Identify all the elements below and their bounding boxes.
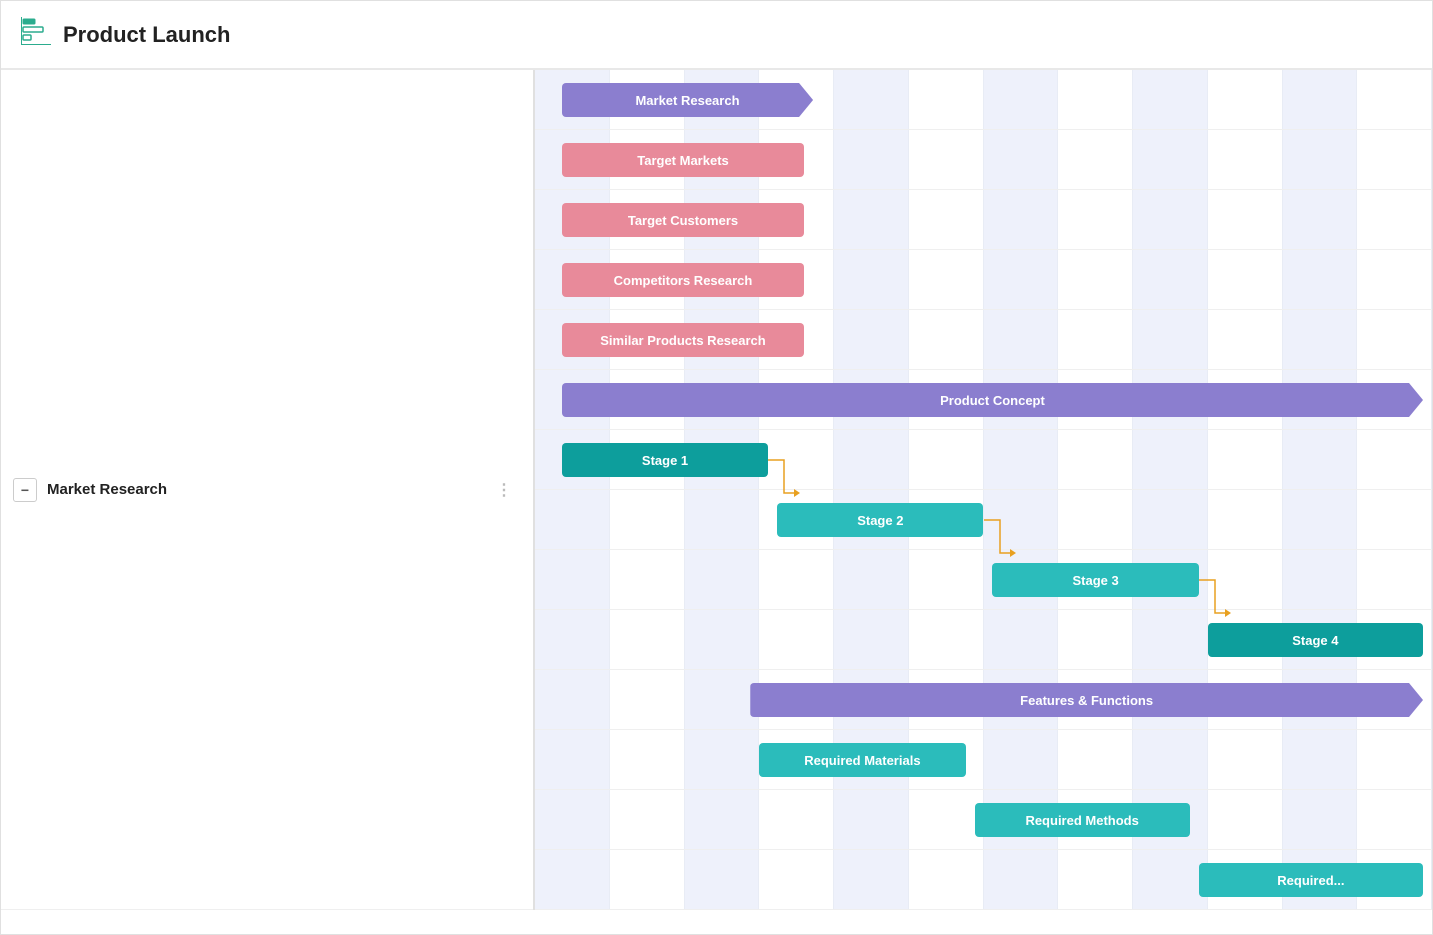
bar-target-customers[interactable]: Target Customers <box>562 203 804 237</box>
bar-stage1[interactable]: Stage 1 <box>562 443 768 477</box>
drag-market-research[interactable]: ⋮ <box>488 480 521 500</box>
app-container: Product Launch − Market Research ⋮ Targe… <box>0 0 1433 935</box>
chart-row-target-customers: Target Customers <box>535 190 1432 250</box>
bar-competitors-research[interactable]: Competitors Research <box>562 263 804 297</box>
bar-stage4[interactable]: Stage 4 <box>1208 623 1423 657</box>
chart-area: Market Research Target Markets <box>535 70 1432 910</box>
bar-required-knowhow[interactable]: Required... <box>1199 863 1423 897</box>
bar-product-concept[interactable]: Product Concept <box>562 383 1423 417</box>
chart-row-required-knowhow: Required... <box>535 850 1432 910</box>
gantt-body: − Market Research ⋮ Target Markets ⋮ Tar… <box>1 70 1432 910</box>
chart-row-required-materials: Required Materials <box>535 730 1432 790</box>
chart-row-market-research: Market Research <box>535 70 1432 130</box>
header: Product Launch <box>1 1 1432 70</box>
chart-row-stage2: Stage 2 <box>535 490 1432 550</box>
bar-features-functions[interactable]: Features & Functions <box>750 683 1423 717</box>
bar-stage3[interactable]: Stage 3 <box>992 563 1198 597</box>
chart-row-target-markets: Target Markets <box>535 130 1432 190</box>
chart-row-product-concept: Product Concept <box>535 370 1432 430</box>
app-title: Product Launch <box>63 22 230 48</box>
chart-row-stage3: Stage 3 <box>535 550 1432 610</box>
chart-row-required-methods: Required Methods <box>535 790 1432 850</box>
chart-row-features-functions: Features & Functions <box>535 670 1432 730</box>
right-panel: Market Research Target Markets <box>535 70 1432 910</box>
chart-row-stage4: Stage 4 <box>535 610 1432 670</box>
bar-market-research[interactable]: Market Research <box>562 83 813 117</box>
chart-row-stage1: Stage 1 <box>535 430 1432 490</box>
row-market-research: − Market Research ⋮ <box>1 70 533 910</box>
chart-row-competitors-research: Competitors Research <box>535 250 1432 310</box>
left-panel: − Market Research ⋮ Target Markets ⋮ Tar… <box>1 70 535 910</box>
chart-row-similar-products: Similar Products Research <box>535 310 1432 370</box>
label-market-research: Market Research <box>47 481 488 498</box>
bar-similar-products[interactable]: Similar Products Research <box>562 323 804 357</box>
gantt-icon <box>21 17 51 52</box>
bar-required-methods[interactable]: Required Methods <box>975 803 1190 837</box>
bar-stage2[interactable]: Stage 2 <box>777 503 983 537</box>
expand-market-research[interactable]: − <box>13 478 37 502</box>
bar-target-markets[interactable]: Target Markets <box>562 143 804 177</box>
bar-required-materials[interactable]: Required Materials <box>759 743 965 777</box>
